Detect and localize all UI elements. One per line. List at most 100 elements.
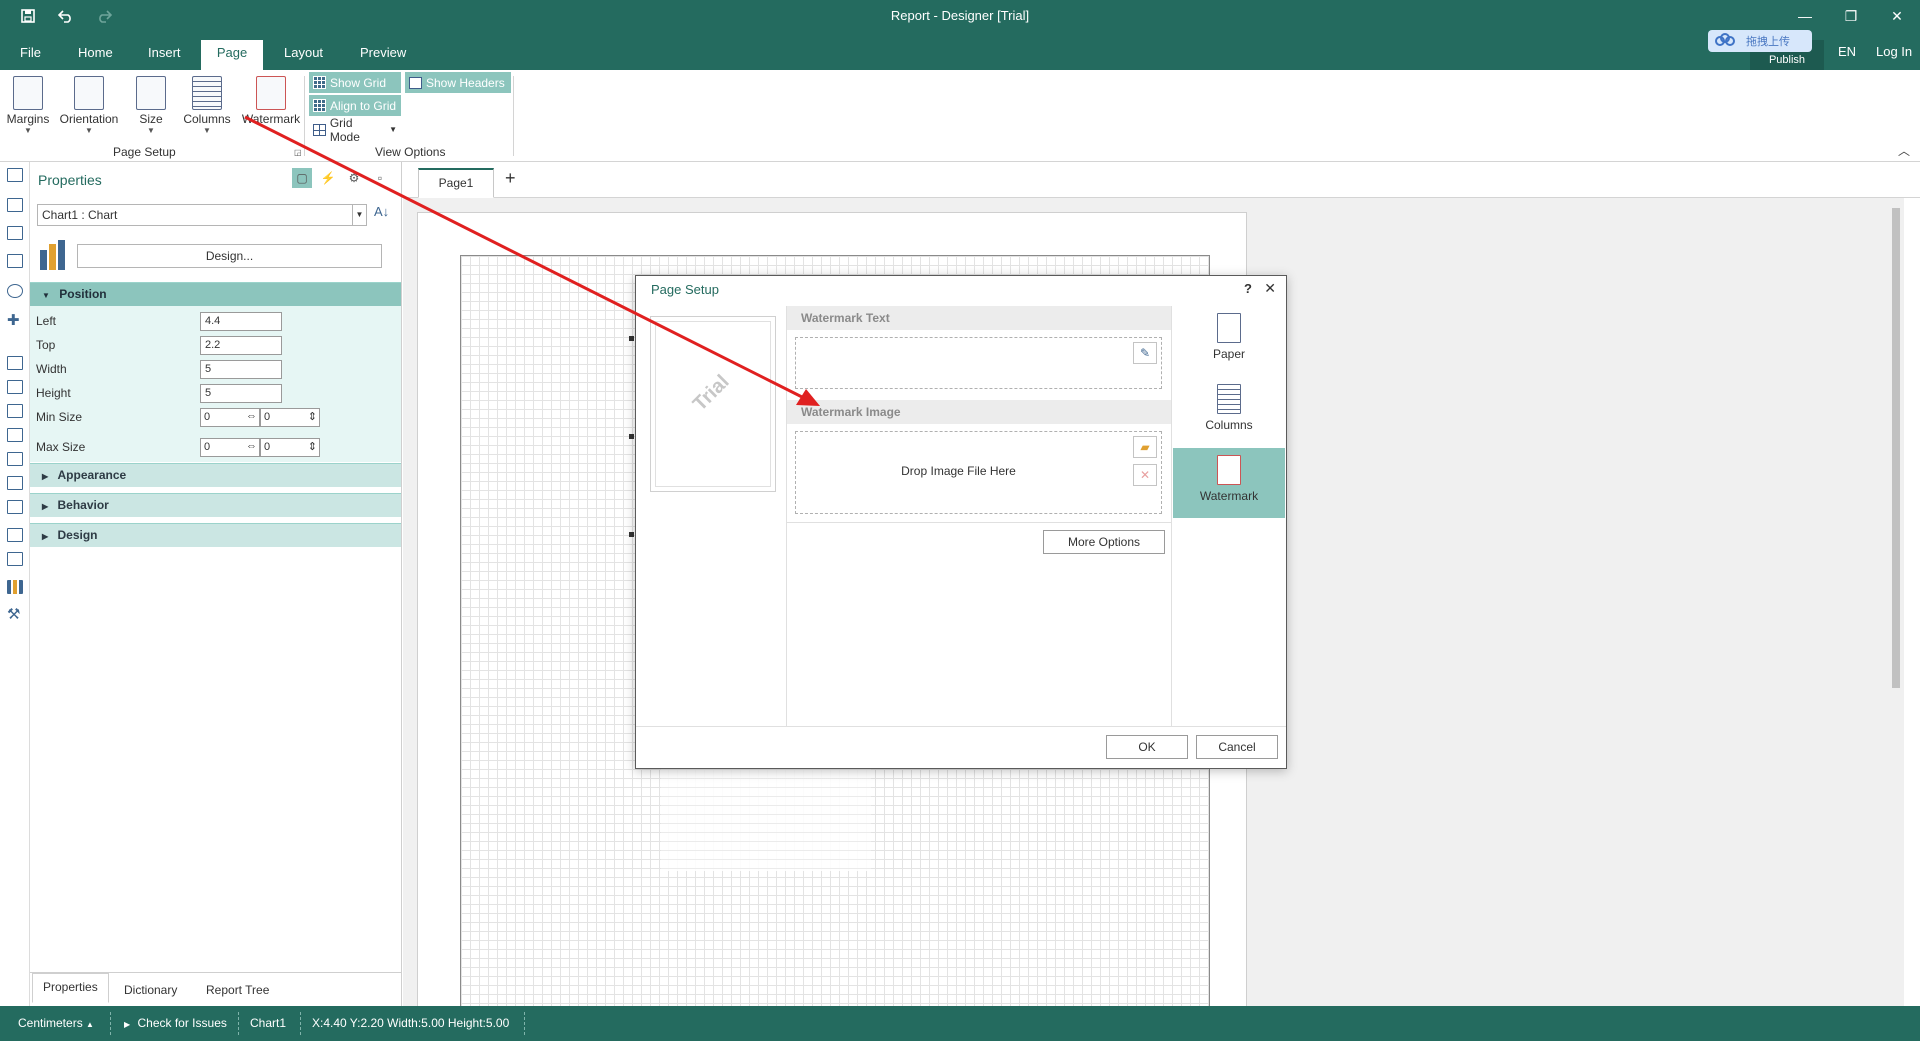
selection-handle[interactable] xyxy=(629,336,634,341)
puzzle-icon[interactable]: ✚ xyxy=(7,313,23,328)
close-window-button[interactable]: ✕ xyxy=(1874,0,1920,32)
watermark-icon xyxy=(256,76,286,110)
watermark-icon xyxy=(1217,455,1241,485)
category-appearance[interactable]: ▶ Appearance xyxy=(30,463,401,487)
collapse-ribbon-icon[interactable]: ︿ xyxy=(1898,142,1910,159)
width-label: Width xyxy=(36,362,67,376)
max-size-height-input[interactable]: 0 ⇕ xyxy=(260,438,320,457)
height-input[interactable]: 5 xyxy=(200,384,282,403)
design-button[interactable]: Design... xyxy=(77,244,382,268)
remove-image-button[interactable]: ✕ xyxy=(1133,464,1157,486)
shapes-icon[interactable] xyxy=(7,284,23,298)
header-band-icon[interactable] xyxy=(7,198,23,212)
help-button[interactable]: ? xyxy=(1244,281,1252,296)
nav-watermark[interactable]: Watermark xyxy=(1173,448,1285,518)
columns-icon xyxy=(1217,384,1241,414)
pin-icon[interactable]: ▫ xyxy=(370,168,390,188)
chart-icon[interactable] xyxy=(7,580,23,594)
chevron-down-icon: ▼ xyxy=(24,126,32,135)
status-separator xyxy=(110,1012,111,1035)
chevron-up-icon: ▲ xyxy=(86,1020,94,1029)
watermark-text-box[interactable]: ✎ xyxy=(795,337,1162,389)
report-title-band-icon[interactable] xyxy=(7,168,23,182)
add-page-button[interactable]: + xyxy=(505,168,516,189)
object-selector[interactable]: Chart1 : Chart ▼ xyxy=(37,204,367,226)
min-size-width-input[interactable]: 0 ⇔ xyxy=(200,408,260,427)
watermark-button[interactable]: Watermark xyxy=(241,76,301,126)
columns-button[interactable]: Columns ▼ xyxy=(182,76,232,135)
tab-file[interactable]: File xyxy=(6,40,55,70)
scrollbar-thumb[interactable] xyxy=(1892,208,1900,688)
sort-az-icon[interactable]: A↓ xyxy=(374,204,389,219)
vertical-arrows-icon: ⇕ xyxy=(307,441,317,453)
top-label: Top xyxy=(36,338,56,352)
check-for-issues-button[interactable]: ▶ Check for Issues xyxy=(114,1006,237,1041)
language-selector[interactable]: EN xyxy=(1838,44,1856,59)
grid-mode-dropdown[interactable]: Grid Mode ▼ xyxy=(309,116,401,144)
tab-dictionary[interactable]: Dictionary xyxy=(114,977,187,1005)
min-size-label: Min Size xyxy=(36,410,83,424)
tab-insert[interactable]: Insert xyxy=(134,40,195,70)
dialog-close-button[interactable]: ✕ xyxy=(1264,280,1276,297)
tab-page[interactable]: Page xyxy=(201,40,263,70)
ok-button[interactable]: OK xyxy=(1106,735,1188,759)
properties-view-icon[interactable]: ▢ xyxy=(292,168,312,188)
text-component-icon[interactable] xyxy=(7,356,23,370)
margins-button[interactable]: Margins ▼ xyxy=(6,76,50,135)
gear-icon[interactable]: ⚙ xyxy=(344,168,364,188)
show-headers-toggle[interactable]: Show Headers xyxy=(405,72,511,93)
size-button[interactable]: Size ▼ xyxy=(134,76,168,135)
min-size-height-input[interactable]: 0 ⇕ xyxy=(260,408,320,427)
height-label: Height xyxy=(36,386,71,400)
tab-properties[interactable]: Properties xyxy=(32,973,109,1003)
category-design[interactable]: ▶ Design xyxy=(30,523,401,547)
cross-band-icon[interactable] xyxy=(7,254,23,268)
tab-home[interactable]: Home xyxy=(64,40,127,70)
data-band-icon[interactable] xyxy=(7,226,23,240)
tab-report-tree[interactable]: Report Tree xyxy=(196,977,279,1005)
category-position[interactable]: ▼ Position xyxy=(30,282,401,306)
tab-page1[interactable]: Page1 xyxy=(418,168,494,198)
toolbox-strip: ✚ ⚒ xyxy=(0,162,30,1006)
chevron-down-icon[interactable]: ▼ xyxy=(352,205,366,225)
image-component-icon[interactable] xyxy=(7,428,23,442)
events-icon[interactable]: ⚡ xyxy=(318,168,338,188)
vertical-scrollbar[interactable] xyxy=(1888,198,1904,1006)
image-drop-zone[interactable]: Drop Image File Here ▰ ✕ xyxy=(795,431,1162,514)
container-icon[interactable] xyxy=(7,500,23,514)
more-options-button[interactable]: More Options xyxy=(1043,530,1165,554)
horizontal-arrows-icon: ⇔ xyxy=(246,440,257,452)
picture-icon[interactable] xyxy=(7,552,23,566)
dialog-launcher-icon[interactable]: ◲ xyxy=(294,148,302,157)
edit-text-button[interactable]: ✎ xyxy=(1133,342,1157,364)
top-input[interactable]: 2.2 xyxy=(200,336,282,355)
tab-preview[interactable]: Preview xyxy=(346,40,420,70)
align-to-grid-toggle[interactable]: Align to Grid xyxy=(309,95,401,116)
tab-layout[interactable]: Layout xyxy=(270,40,337,70)
selection-handle[interactable] xyxy=(629,434,634,439)
open-file-button[interactable]: ▰ xyxy=(1133,436,1157,458)
category-behavior[interactable]: ▶ Behavior xyxy=(30,493,401,517)
nav-columns[interactable]: Columns xyxy=(1173,377,1285,447)
cancel-button[interactable]: Cancel xyxy=(1196,735,1278,759)
units-selector[interactable]: Centimeters ▲ xyxy=(8,1006,104,1041)
upload-badge[interactable]: 拖拽上传 xyxy=(1708,30,1812,52)
form-icon[interactable] xyxy=(7,528,23,542)
sub-report-icon[interactable] xyxy=(7,476,23,490)
panel-icon[interactable] xyxy=(7,452,23,466)
nav-paper[interactable]: Paper xyxy=(1173,306,1285,376)
left-input[interactable]: 4.4 xyxy=(200,312,282,331)
minimize-button[interactable]: — xyxy=(1782,0,1828,32)
show-grid-toggle[interactable]: Show Grid xyxy=(309,72,401,93)
max-size-width-input[interactable]: 0 ⇔ xyxy=(200,438,260,457)
selection-handle[interactable] xyxy=(629,532,634,537)
rich-text-icon[interactable] xyxy=(7,380,23,394)
tools-icon[interactable]: ⚒ xyxy=(7,607,23,622)
restore-button[interactable]: ❐ xyxy=(1828,0,1874,32)
orientation-button[interactable]: Orientation ▼ xyxy=(58,76,120,135)
chevron-down-icon: ▼ xyxy=(203,126,211,135)
login-link[interactable]: Log In xyxy=(1876,44,1912,59)
grid-mode-label: Grid Mode xyxy=(329,115,360,144)
width-input[interactable]: 5 xyxy=(200,360,282,379)
table-icon[interactable] xyxy=(7,404,23,418)
